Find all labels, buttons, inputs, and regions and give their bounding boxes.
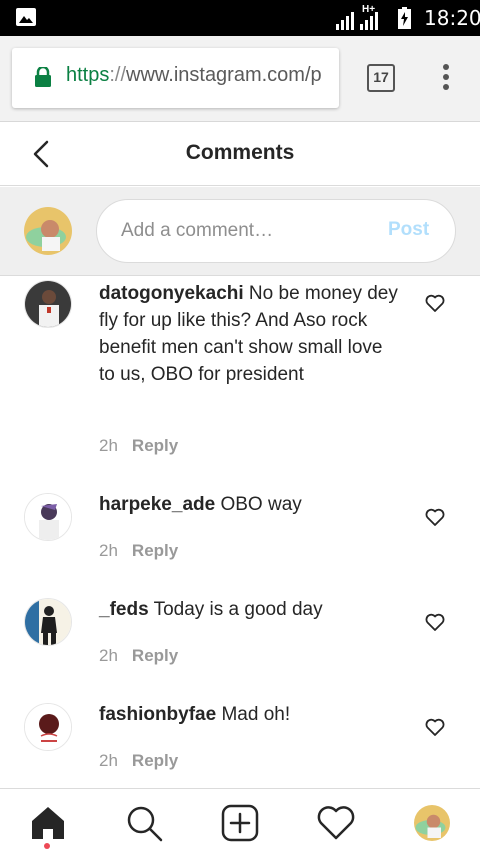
lock-icon — [35, 67, 51, 87]
comment-item: _feds Today is a good day 2h Reply — [0, 593, 480, 698]
profile-avatar[interactable] — [414, 805, 450, 841]
comment-meta: 2h Reply — [99, 541, 178, 561]
comment-time: 2h — [99, 646, 118, 665]
reply-button[interactable]: Reply — [132, 541, 178, 560]
like-heart-icon[interactable] — [425, 718, 445, 736]
comment-username[interactable]: harpeke_ade — [99, 494, 215, 515]
status-bar: H+ 18:20 — [0, 0, 480, 36]
comment-item: fashionbyfae Mad oh! 2h Reply — [0, 698, 480, 788]
comment-text: datogonyekachi No be money dey fly for u… — [99, 283, 398, 385]
like-heart-icon[interactable] — [425, 613, 445, 631]
browser-toolbar: https://www.instagram.com/p 17 — [0, 36, 480, 122]
comments-list: datogonyekachi No be money dey fly for u… — [0, 276, 480, 788]
home-icon[interactable] — [28, 803, 68, 843]
comment-time: 2h — [99, 436, 118, 455]
gallery-icon — [16, 8, 36, 26]
comment-time: 2h — [99, 541, 118, 560]
post-button[interactable]: Post — [388, 219, 429, 241]
battery-charging-icon — [398, 7, 411, 29]
commenter-avatar[interactable] — [24, 598, 72, 646]
address-bar[interactable]: https://www.instagram.com/p — [12, 48, 339, 108]
comment-item: harpeke_ade OBO way 2h Reply — [0, 488, 480, 593]
new-post-icon[interactable] — [220, 803, 260, 843]
bottom-navigation — [0, 788, 480, 854]
notification-dot — [44, 843, 50, 849]
url-text: https://www.instagram.com/p — [66, 64, 322, 86]
network-type: H+ — [362, 4, 376, 15]
comment-username[interactable]: datogonyekachi — [99, 283, 244, 304]
comments-header: Comments — [0, 122, 480, 186]
comment-username[interactable]: fashionbyfae — [99, 704, 216, 725]
reply-button[interactable]: Reply — [132, 751, 178, 770]
comment-composer: Post — [0, 187, 480, 276]
commenter-avatar[interactable] — [24, 703, 72, 751]
search-icon[interactable] — [124, 803, 164, 843]
comment-text: _feds Today is a good day — [99, 599, 323, 620]
tab-switcher-button[interactable]: 17 — [367, 64, 395, 92]
comment-text: harpeke_ade OBO way — [99, 494, 302, 515]
reply-button[interactable]: Reply — [132, 646, 178, 665]
overflow-menu-icon[interactable] — [438, 64, 454, 94]
page-title: Comments — [185, 141, 295, 164]
reply-button[interactable]: Reply — [132, 436, 178, 455]
commenter-avatar[interactable] — [24, 493, 72, 541]
comment-meta: 2h Reply — [99, 646, 178, 666]
commenter-avatar[interactable] — [24, 280, 72, 328]
like-heart-icon[interactable] — [425, 508, 445, 526]
activity-heart-icon[interactable] — [316, 803, 356, 843]
comment-input-wrapper: Post — [96, 199, 456, 263]
comment-text: fashionbyfae Mad oh! — [99, 704, 291, 725]
comment-username[interactable]: _feds — [99, 599, 149, 620]
comment-meta: 2h Reply — [99, 436, 178, 456]
comment-meta: 2h Reply — [99, 751, 178, 771]
comment-item: datogonyekachi No be money dey fly for u… — [0, 276, 480, 488]
comment-input[interactable] — [121, 216, 371, 246]
comment-time: 2h — [99, 751, 118, 770]
like-heart-icon[interactable] — [425, 294, 445, 312]
clock: 18:20 — [424, 6, 480, 30]
current-user-avatar — [24, 207, 72, 255]
